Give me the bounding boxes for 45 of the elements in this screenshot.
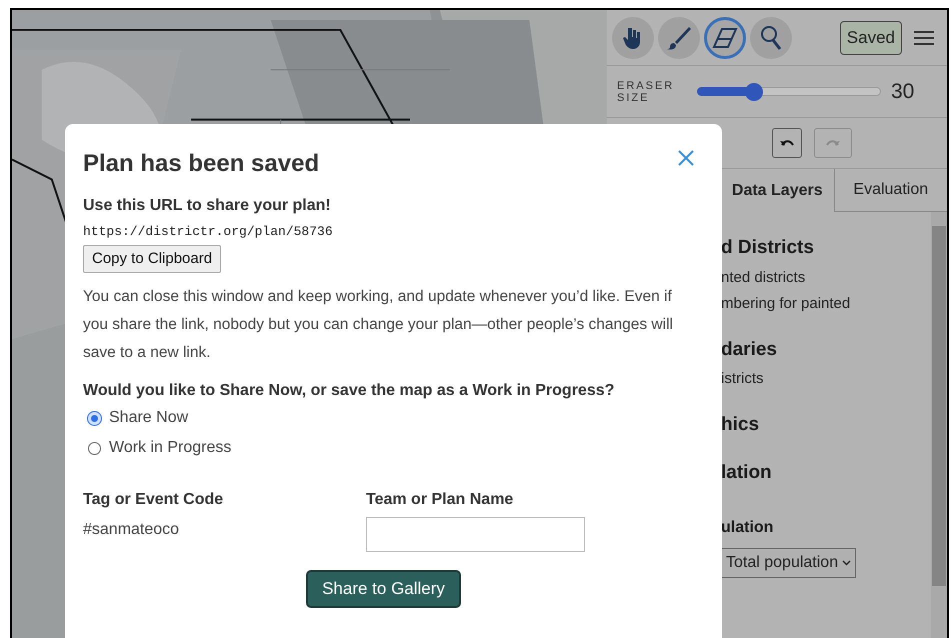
tag-value: #sanmateoco xyxy=(83,520,180,540)
section-heading: hics xyxy=(721,412,760,436)
eraser-tool-button[interactable] xyxy=(704,16,746,58)
slider-label: ERASER SIZE xyxy=(617,80,676,104)
size-slider[interactable] xyxy=(697,82,881,100)
hand-tool-button[interactable] xyxy=(612,16,654,58)
tag-label: Tag or Event Code xyxy=(83,490,224,510)
brush-icon xyxy=(666,24,692,50)
layer-label: istricts xyxy=(721,369,764,389)
population-select[interactable]: Total population xyxy=(721,548,856,578)
close-button[interactable] xyxy=(678,150,694,166)
brush-tool-button[interactable] xyxy=(658,16,700,58)
close-icon xyxy=(678,150,694,166)
undo-icon xyxy=(780,138,794,148)
menu-icon[interactable] xyxy=(914,30,934,46)
panel-tab[interactable]: Data Layers xyxy=(721,169,834,212)
section-heading: daries xyxy=(721,338,778,362)
share-url: https://districtr.org/plan/58736 xyxy=(83,223,334,241)
search-tool-button[interactable] xyxy=(750,16,792,58)
scrollbar[interactable] xyxy=(931,212,947,638)
redo-icon xyxy=(826,138,840,148)
url-label: Use this URL to share your plan! xyxy=(83,196,332,216)
info-paragraph: You can close this window and keep working, and update whenever you’d like. Even if you share the link, nobody but you can change your plan—other people’s changes will save to a new link. xyxy=(83,287,674,363)
section-heading: d Districts xyxy=(721,236,815,260)
slider-value: 30 xyxy=(891,78,914,105)
name-label: Team or Plan Name xyxy=(366,490,514,510)
plan-name-field[interactable] xyxy=(366,517,585,552)
share-option[interactable]: Share Now xyxy=(88,406,188,430)
chevron-down-icon xyxy=(842,560,852,566)
layer-label: mbering for painted xyxy=(721,294,852,314)
panel-tab[interactable]: Evaluation xyxy=(834,169,947,212)
section-heading: lation xyxy=(721,461,773,485)
dialog-title: Plan has been saved xyxy=(83,149,320,179)
radio-button[interactable] xyxy=(88,442,101,454)
saved-button[interactable]: Saved xyxy=(840,20,902,54)
slider-thumb[interactable] xyxy=(745,82,764,100)
share-button[interactable]: Share to Gallery xyxy=(306,570,461,608)
copy-button[interactable]: Copy to Clipboard xyxy=(83,244,222,273)
eraser-icon xyxy=(712,26,738,48)
share-option[interactable]: Work in Progress xyxy=(88,436,232,460)
layer-label: nted districts xyxy=(721,268,806,288)
undo-button[interactable] xyxy=(772,128,802,158)
subsection-heading: ulation xyxy=(721,518,774,538)
search-icon xyxy=(759,24,783,50)
share-question: Would you like to Share Now, or save the map as a Work in Progress? xyxy=(83,381,616,401)
